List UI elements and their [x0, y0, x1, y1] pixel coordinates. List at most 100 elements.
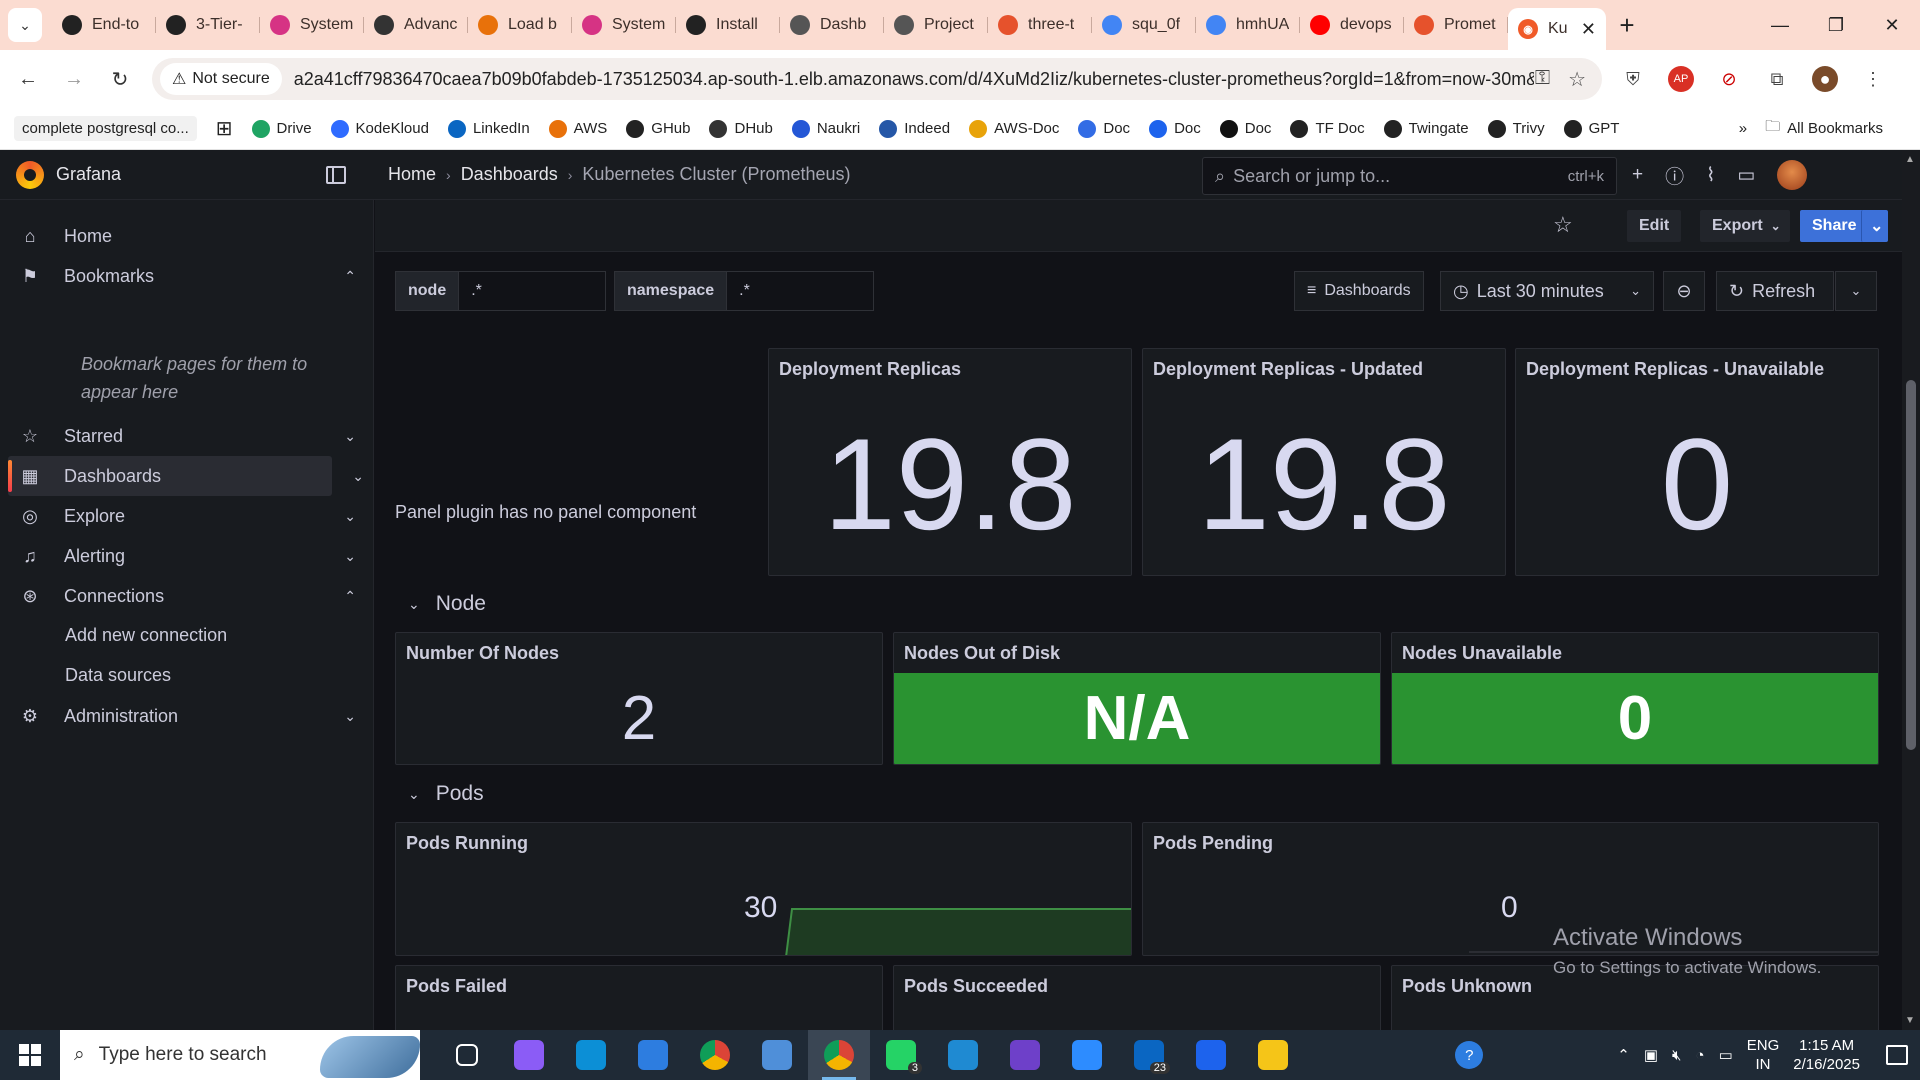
browser-tab[interactable]: Promet [1404, 7, 1508, 43]
taskbar-app[interactable]: 23 [1118, 1030, 1180, 1080]
reload-icon[interactable]: ↻ [102, 61, 138, 97]
bookmark-item[interactable]: DHub [709, 119, 773, 138]
browser-tab[interactable]: System [260, 7, 364, 43]
chevron-up-icon[interactable]: ⌃ [1617, 1046, 1630, 1064]
taskbar-app[interactable] [1056, 1030, 1118, 1080]
taskbar-app[interactable] [1242, 1030, 1304, 1080]
chevron-down-icon[interactable]: ⌄ [344, 548, 356, 565]
taskbar-app[interactable] [622, 1030, 684, 1080]
language-indicator[interactable]: ENG IN [1747, 1036, 1780, 1074]
sidebar-item-administration[interactable]: ⚙ Administration ⌄ [0, 696, 374, 736]
panel-nodes-out-of-disk[interactable]: Nodes Out of Disk N/A [893, 632, 1381, 765]
share-dropdown-icon[interactable]: ⌄ [1861, 210, 1888, 242]
time-range-picker[interactable]: ◷ Last 30 minutes ⌄ [1440, 271, 1654, 311]
edit-button[interactable]: Edit [1627, 210, 1682, 242]
bookmark-item[interactable]: Doc [1219, 119, 1271, 138]
all-bookmarks-button[interactable]: 🗀 All Bookmarks [1765, 116, 1883, 141]
panel-pods-succeeded[interactable]: Pods Succeeded [893, 965, 1381, 1035]
clock[interactable]: 1:15 AM 2/16/2025 [1793, 1036, 1860, 1074]
bookmark-item[interactable]: TF Doc [1290, 119, 1365, 138]
bookmark-item[interactable]: Twingate [1383, 119, 1469, 138]
extension-badge-icon[interactable]: AP [1668, 66, 1694, 92]
new-tab-button[interactable]: + [1610, 8, 1644, 42]
dock-menu-icon[interactable] [326, 165, 346, 184]
help-app-icon[interactable]: ? [1455, 1041, 1484, 1069]
chevron-down-icon[interactable]: ⌄ [352, 468, 364, 485]
variable-value[interactable]: .* [727, 272, 874, 310]
bookmark-item[interactable]: GHub [626, 119, 690, 138]
bookmark-item[interactable]: Indeed [879, 119, 950, 138]
taskbar-app[interactable] [436, 1030, 498, 1080]
security-chip[interactable]: ⚠ Not secure [160, 63, 282, 95]
zoom-out-icon[interactable]: ⊖ [1663, 271, 1705, 311]
avatar[interactable] [1777, 160, 1808, 190]
notification-icon[interactable] [1886, 1045, 1908, 1065]
scroll-down-icon[interactable]: ▼ [1905, 1015, 1915, 1026]
taskbar-app[interactable] [746, 1030, 808, 1080]
browser-tab[interactable]: three-t [988, 7, 1092, 43]
taskbar-search-input[interactable]: ⌕ Type here to search [60, 1030, 420, 1080]
export-button[interactable]: Export ⌄ [1700, 210, 1790, 242]
row-header-pods[interactable]: ⌄ Pods [408, 782, 484, 806]
taskbar-app[interactable] [684, 1030, 746, 1080]
restore-icon[interactable]: ❐ [1808, 0, 1864, 50]
panel-number-of-nodes[interactable]: Number Of Nodes 2 [395, 632, 883, 765]
browser-tab[interactable]: Dashb [780, 7, 884, 43]
battery-icon[interactable]: ▭ [1719, 1046, 1733, 1064]
search-input[interactable]: ⌕ Search or jump to... ctrl+k [1202, 157, 1617, 195]
dashboards-button[interactable]: ≡ Dashboards [1294, 271, 1424, 311]
help-icon[interactable]: ⓘ [1665, 162, 1684, 189]
bookmark-item[interactable]: GPT [1563, 119, 1619, 138]
url-text[interactable]: a2a41cff79836470caea7b09b0fabdeb-1735125… [294, 69, 1534, 90]
more-bookmarks-icon[interactable]: » [1739, 120, 1747, 137]
sidebar-item-dashboards[interactable]: ▦ Dashboards ⌄ [8, 456, 364, 496]
taskbar-app[interactable] [498, 1030, 560, 1080]
breadcrumb-home[interactable]: Home [388, 164, 436, 185]
taskbar-app[interactable] [932, 1030, 994, 1080]
bookmark-item[interactable]: Doc [1078, 119, 1130, 138]
bookmark-item[interactable]: complete postgresql co... [14, 116, 197, 141]
bookmark-item[interactable]: Doc [1149, 119, 1201, 138]
refresh-interval-dropdown[interactable]: ⌄ [1835, 271, 1877, 311]
chevron-down-icon[interactable]: ⌄ [344, 428, 356, 445]
bookmark-item[interactable]: AWS-Doc [969, 119, 1059, 138]
browser-tab[interactable]: squ_0f [1092, 7, 1196, 43]
breadcrumb-dashboards[interactable]: Dashboards [461, 164, 558, 185]
sidebar-item-connections[interactable]: ⊛ Connections ⌃ [0, 576, 374, 616]
browser-tab[interactable]: System [572, 7, 676, 43]
variable-node[interactable]: node .* [395, 271, 607, 311]
shield-icon[interactable]: ⛨ [1620, 66, 1646, 92]
tab-search-button[interactable]: ⌄ [8, 8, 42, 42]
start-button[interactable] [0, 1030, 60, 1080]
refresh-button[interactable]: ↻ Refresh [1716, 271, 1834, 311]
panel-deployment-replicas-unavailable[interactable]: Deployment Replicas - Unavailable 0 [1515, 348, 1879, 576]
taskbar-app[interactable] [560, 1030, 622, 1080]
profile-icon[interactable]: ● [1812, 66, 1838, 92]
panel-pods-running[interactable]: Pods Running 30 [395, 822, 1132, 956]
chevron-down-icon[interactable]: ⌄ [344, 508, 356, 525]
bookmark-item[interactable]: Drive [251, 119, 312, 138]
sidebar-item-add-connection[interactable]: Add new connection [65, 625, 227, 646]
taskbar-app[interactable]: 3 [870, 1030, 932, 1080]
bookmark-star-icon[interactable]: ☆ [1568, 67, 1586, 92]
minimize-icon[interactable]: — [1752, 0, 1808, 50]
forward-icon[interactable]: → [56, 61, 92, 97]
chevron-up-icon[interactable]: ⌃ [344, 268, 356, 285]
taskbar-app[interactable] [1180, 1030, 1242, 1080]
meet-now-icon[interactable]: ▣ [1644, 1046, 1658, 1064]
chevron-down-icon[interactable]: ⌄ [344, 708, 356, 725]
tab-active[interactable]: ◉ Ku ✕ [1508, 8, 1606, 50]
panel-deployment-replicas-updated[interactable]: Deployment Replicas - Updated 19.8 [1142, 348, 1506, 576]
star-dashboard-icon[interactable]: ☆ [1553, 212, 1573, 238]
wifi-icon[interactable]: ◔ [1696, 1047, 1705, 1064]
browser-tab[interactable]: hmhUA [1196, 7, 1300, 43]
bookmark-item[interactable]: KodeKloud [330, 119, 429, 138]
puzzle-icon[interactable]: ⧉ [1764, 66, 1790, 92]
address-bar[interactable]: ⚠ Not secure a2a41cff79836470caea7b09b0f… [152, 58, 1602, 100]
browser-tab[interactable]: Advanc [364, 7, 468, 43]
sidebar-item-starred[interactable]: ☆ Starred ⌄ [0, 416, 374, 456]
share-button[interactable]: Share [1800, 210, 1869, 242]
browser-tab[interactable]: Load b [468, 7, 572, 43]
panel-nodes-unavailable[interactable]: Nodes Unavailable 0 [1391, 632, 1879, 765]
close-tab-icon[interactable]: ✕ [1581, 19, 1596, 40]
